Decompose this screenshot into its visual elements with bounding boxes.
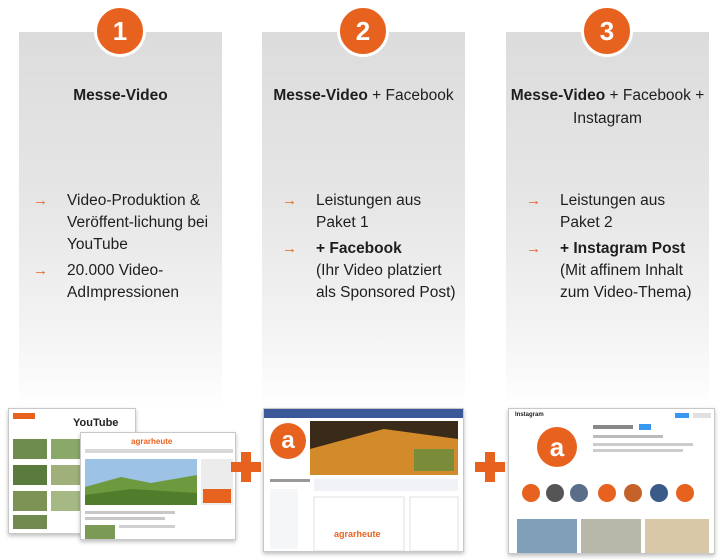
arrow-icon: → — [33, 262, 48, 279]
arrow-icon: → — [33, 192, 48, 209]
arrow-icon: → — [526, 192, 541, 209]
package-1-feature-list: → Video-Produktion & Veröffent-lichung be… — [33, 190, 213, 308]
plus-icon — [475, 452, 505, 482]
feature-text: (Ihr Video platziert als Sponsored Post) — [316, 262, 456, 301]
feature-text: (Mit affinem Inhalt zum Video-Thema) — [560, 262, 692, 301]
feature-text: Leistungen aus Paket 1 — [316, 192, 422, 231]
package-1-number-badge: 1 — [94, 5, 146, 57]
facebook-screenshot: a agrarheute — [263, 408, 464, 552]
plus-icon — [231, 452, 261, 482]
package-3-title-bold: Messe-Video — [510, 87, 606, 104]
package-3-feature: → + Instagram Post (Mit affinem Inhalt zum… — [526, 238, 706, 304]
instagram-screenshot: Instagram a — [508, 408, 715, 554]
feature-text: 20.000 Video-AdImpressionen — [67, 262, 180, 301]
package-2-title-rest: + Facebook — [372, 87, 454, 104]
feature-bold: + Facebook — [316, 240, 402, 257]
package-1-feature: → Video-Produktion & Veröffent-lichung be… — [33, 190, 213, 256]
package-1-title-bold: Messe-Video — [73, 87, 168, 104]
feature-bold: + Instagram Post — [560, 240, 686, 257]
package-2-number-badge: 2 — [337, 5, 389, 57]
package-2-title: Messe-Video + Facebook — [262, 84, 465, 107]
package-2-feature: → Leistungen aus Paket 1 — [282, 190, 462, 234]
arrow-icon: → — [282, 240, 297, 257]
package-3-feature-list: → Leistungen aus Paket 2 → + Instagram Pos… — [526, 190, 706, 308]
site-logo: agrarheute — [334, 529, 381, 539]
landscape-image — [85, 449, 233, 539]
agrarheute-logo-icon: a — [270, 423, 306, 459]
package-3-title: Messe-Video + Facebook + Instagram — [506, 84, 709, 130]
package-3-number-badge: 3 — [581, 5, 633, 57]
package-2-title-bold: Messe-Video — [273, 87, 368, 104]
package-1-feature: → 20.000 Video-AdImpressionen — [33, 260, 213, 304]
arrow-icon: → — [282, 192, 297, 209]
feature-text: Video-Produktion & Veröffent-lichung bei… — [67, 192, 209, 253]
package-2-feature: → + Facebook (Ihr Video platziert als Spon… — [282, 238, 462, 304]
feature-text: Leistungen aus Paket 2 — [560, 192, 666, 231]
instagram-profile-content — [517, 413, 711, 553]
package-1-title: Messe-Video — [19, 84, 222, 107]
arrow-icon: → — [526, 240, 541, 257]
website-screenshot: agrarheute — [80, 432, 236, 540]
package-2-feature-list: → Leistungen aus Paket 1 → + Facebook (Ihr … — [282, 190, 462, 308]
package-3-feature: → Leistungen aus Paket 2 — [526, 190, 706, 234]
